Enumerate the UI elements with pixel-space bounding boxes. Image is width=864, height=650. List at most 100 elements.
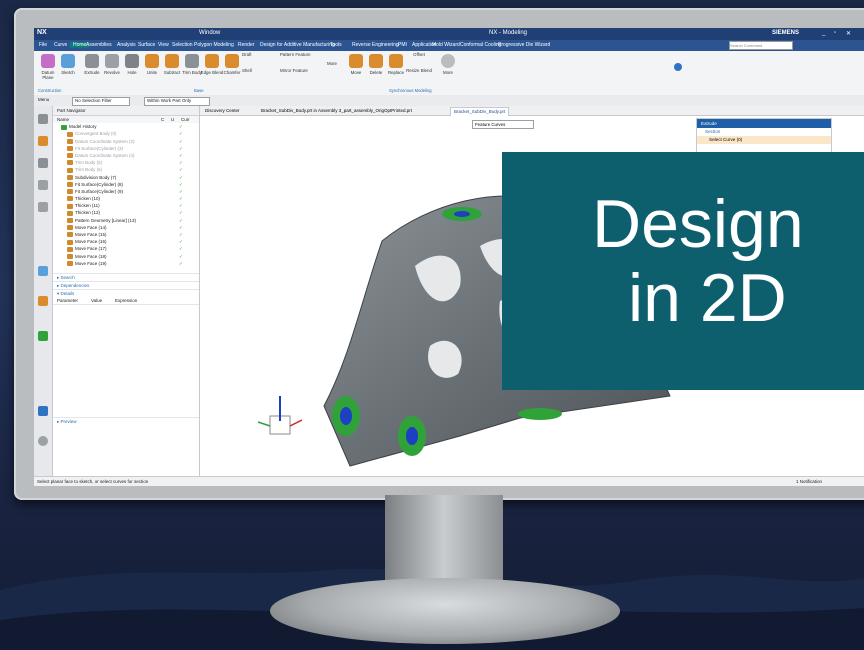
feature-row[interactable]: Move Face (15) ✓ (53, 231, 199, 238)
assembly-navigator-icon[interactable] (38, 136, 48, 146)
details-section[interactable]: ▾ Details (53, 288, 199, 297)
feature-row[interactable]: Fit Surface(Cylinder) (3) ✓ (53, 145, 199, 152)
nx-logo: NX (37, 29, 47, 36)
feature-row[interactable]: Thicken (10) ✓ (53, 195, 199, 202)
help-circle-icon[interactable] (674, 63, 682, 71)
history-icon[interactable] (38, 202, 48, 212)
menu-item-conformal-cooling[interactable]: Conformal Cooling (460, 42, 501, 48)
menu-item-selection[interactable]: Selection (172, 42, 193, 48)
more-button[interactable]: More (320, 61, 344, 66)
menu-item-view[interactable]: View (158, 42, 169, 48)
reuse-library-icon[interactable] (38, 180, 48, 190)
resize-blend-button[interactable]: Resize Blend (404, 68, 434, 73)
column-u[interactable]: U (171, 116, 174, 123)
check-icon: ✓ (179, 167, 183, 173)
feature-row[interactable]: Trim Body (6) ✓ (53, 166, 199, 173)
window-menu[interactable]: Window (199, 30, 220, 36)
column-name[interactable]: Name (57, 117, 69, 122)
menu-item-design-for-additive-manufacturing[interactable]: Design for Additive Manufacturing (260, 42, 335, 48)
part-navigator-icon[interactable] (38, 114, 48, 124)
clock-icon[interactable] (38, 436, 48, 446)
feature-row[interactable]: Thicken (12) ✓ (53, 209, 199, 216)
feature-icon (67, 261, 73, 267)
sync-more-button[interactable]: More (436, 54, 460, 75)
chamfer-button[interactable]: Chamfer (220, 54, 244, 75)
feature-icon (67, 174, 73, 180)
feature-row[interactable]: Fit Surface(Cylinder) (9) ✓ (53, 188, 199, 195)
ribbon: Datum Plane Sketch Extrude Revolve Hole … (34, 41, 864, 96)
menu-item-tools[interactable]: Tools (330, 42, 342, 48)
feature-row[interactable]: Move Face (19) ✓ (53, 260, 199, 267)
roles-icon[interactable] (38, 406, 48, 416)
feature-row[interactable]: Convergent Body (0) ✓ (53, 130, 199, 137)
check-icon: ✓ (179, 160, 183, 166)
menu-item-pmi[interactable]: PMI (398, 42, 407, 48)
menu-item-render[interactable]: Render (238, 42, 254, 48)
menu-item-surface[interactable]: Surface (138, 42, 155, 48)
check-icon: ✓ (179, 253, 183, 259)
dependencies-section[interactable]: ▸ Dependencies (53, 280, 199, 289)
minimize-icon[interactable]: _ (822, 30, 825, 36)
selection-scope-select[interactable]: Within Work Part Only (144, 97, 210, 106)
role-icon[interactable] (38, 331, 48, 341)
shell-button[interactable]: Shell (242, 68, 272, 73)
feature-row[interactable]: Move Face (17) ✓ (53, 245, 199, 252)
feature-row[interactable]: Thicken (11) ✓ (53, 202, 199, 209)
mirror-feature-button[interactable]: Mirror Feature (280, 68, 322, 73)
feature-row[interactable]: Pattern Geometry [Linear] (13) ✓ (53, 217, 199, 224)
feature-row[interactable]: Trim Body (5) ✓ (53, 159, 199, 166)
check-icon: ✓ (179, 174, 183, 180)
feature-label: Fit Surface(Cylinder) (3) (75, 145, 124, 151)
check-icon: ✓ (179, 232, 183, 237)
feature-icon (67, 153, 73, 159)
feature-icon (67, 239, 73, 245)
feature-label: Datum Coordinate System (4) (75, 152, 135, 158)
preview-section[interactable]: ▸ Preview (53, 417, 199, 425)
feature-icon (67, 189, 73, 195)
menu-item-curve[interactable]: Curve (54, 42, 67, 48)
feature-label: Move Face (19) (75, 260, 107, 266)
menu-item-reverse-engineering[interactable]: Reverse Engineering (352, 42, 399, 48)
restore-icon[interactable]: ▫ (834, 30, 836, 36)
draft-button[interactable]: Draft (242, 52, 272, 57)
menu-item-assemblies[interactable]: Assemblies (86, 42, 112, 48)
feature-row[interactable]: Datum Coordinate System (4) ✓ (53, 152, 199, 159)
feature-icon (67, 225, 73, 231)
menu-item-analysis[interactable]: Analysis (117, 42, 136, 48)
menu-item-progressive-die-wizard[interactable]: Progressive Die Wizard (498, 42, 550, 48)
menu-item-mold-wizard[interactable]: Mold Wizard (432, 42, 460, 48)
sketch-button[interactable]: Sketch (56, 54, 80, 75)
feature-row[interactable]: Datum Coordinate System (2) ✓ (53, 138, 199, 145)
menu-button[interactable]: Menu (38, 97, 49, 102)
constraint-navigator-icon[interactable] (38, 158, 48, 168)
search-command-input[interactable]: Search Command (729, 41, 793, 50)
notification-count[interactable]: 1 Notification (796, 477, 822, 486)
search-section[interactable]: ▸ Search (53, 272, 199, 281)
feature-row[interactable]: Fit Surface(Cylinder) (8) ✓ (53, 181, 199, 188)
offset-button[interactable]: Offset (404, 52, 434, 57)
palette-icon[interactable] (38, 296, 48, 306)
monitor-stand-base (270, 578, 620, 644)
column-c[interactable]: C (161, 116, 164, 123)
status-prompt: Select planar face to sketch, or select … (37, 479, 149, 484)
navigator-columns: Name C U Curr (53, 116, 199, 124)
pattern-feature-button[interactable]: Pattern Feature (280, 52, 322, 57)
check-icon: ✓ (179, 203, 183, 209)
selection-filter-select[interactable]: No Selection Filter (72, 97, 130, 106)
menu-item-polygon-modeling[interactable]: Polygon Modeling (194, 42, 234, 48)
feature-row[interactable]: Move Face (18) ✓ (53, 253, 199, 260)
column-current[interactable]: Curr (181, 116, 190, 123)
check-icon: ✓ (179, 246, 183, 252)
check-icon: ✓ (179, 138, 183, 144)
feature-label: Move Face (15) (75, 232, 107, 237)
feature-row[interactable]: Subdivision Body (7) ✓ (53, 174, 199, 181)
web-browser-icon[interactable] (38, 266, 48, 276)
feature-row[interactable]: Move Face (14) ✓ (53, 224, 199, 231)
menu-item-file[interactable]: File (39, 42, 47, 48)
feature-icon (67, 253, 73, 259)
group-construction: Construction (38, 88, 62, 93)
model-history-node[interactable]: Model History ✓ (53, 123, 199, 130)
feature-row[interactable]: Move Face (16) ✓ (53, 238, 199, 245)
check-icon: ✓ (179, 124, 183, 130)
close-icon[interactable]: ✕ (846, 30, 851, 37)
